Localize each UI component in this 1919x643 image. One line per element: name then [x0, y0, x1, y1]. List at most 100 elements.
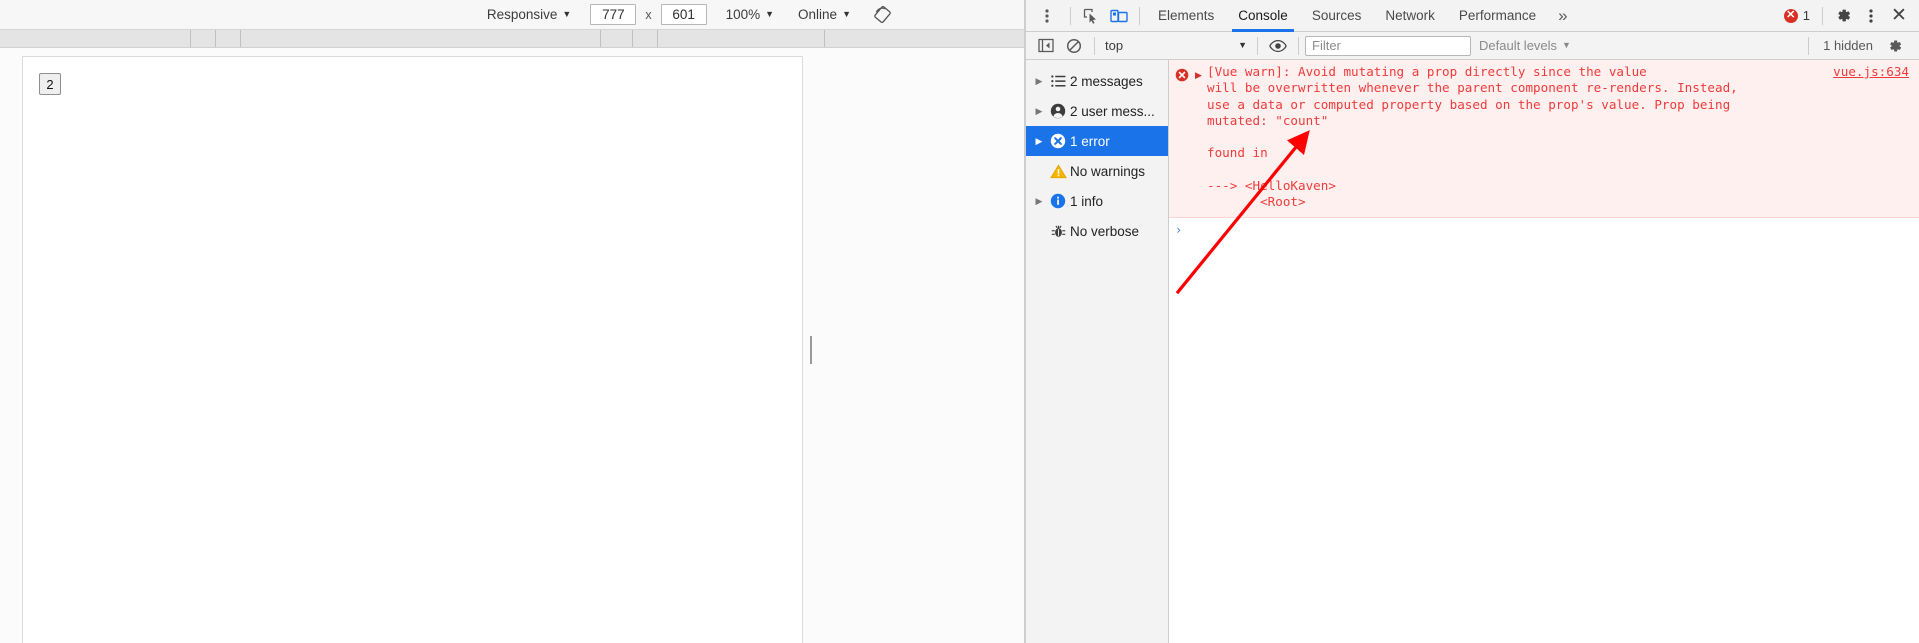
sidebar-item-user-messages[interactable]: ▶ 2 user mess...	[1026, 96, 1168, 126]
chevron-down-icon: ▼	[562, 9, 572, 19]
kebab-menu-icon[interactable]	[1030, 3, 1064, 29]
ruler-tick	[215, 30, 216, 47]
sidebar-item-label: 2 messages	[1070, 73, 1143, 89]
toggle-device-toolbar-icon[interactable]	[1105, 3, 1133, 29]
sidebar-item-verbose[interactable]: ▶	[1026, 216, 1168, 246]
tab-label: Sources	[1311, 8, 1362, 23]
console-sidebar-toggle-icon[interactable]	[1032, 33, 1060, 59]
tab-console[interactable]: Console	[1226, 0, 1300, 32]
zoom-label: 100%	[725, 7, 761, 22]
person-icon	[1046, 103, 1070, 119]
device-preset-label: Responsive	[486, 7, 558, 22]
tab-network[interactable]: Network	[1373, 0, 1447, 32]
sidebar-item-errors[interactable]: ▶ 1 error	[1026, 126, 1168, 156]
gear-icon[interactable]	[1829, 3, 1857, 29]
tab-label: Console	[1238, 8, 1288, 23]
more-tabs-button[interactable]: »	[1548, 7, 1577, 24]
chevron-down-icon: ▼	[1238, 40, 1247, 50]
viewport-height-input[interactable]	[660, 4, 707, 25]
console-filter-input[interactable]	[1305, 35, 1471, 56]
divider	[1094, 36, 1095, 55]
error-icon	[1046, 133, 1070, 149]
sidebar-item-messages[interactable]: ▶ 2 messages	[1026, 66, 1168, 96]
page-body-area: 2	[0, 48, 1024, 643]
console-log-area[interactable]: ▶ [Vue warn]: Avoid mutating a prop dire…	[1169, 60, 1919, 643]
sidebar-item-label: 1 info	[1070, 193, 1104, 209]
expand-triangle-icon[interactable]: ▶	[1032, 106, 1046, 117]
log-levels-dropdown[interactable]: Default levels ▼	[1471, 38, 1579, 53]
chevron-down-icon: ▼	[842, 9, 851, 19]
tab-label: Elements	[1158, 8, 1215, 23]
console-prompt-row[interactable]: ›	[1169, 218, 1919, 237]
tab-label: Network	[1385, 8, 1435, 23]
rotate-device-icon[interactable]	[870, 3, 894, 27]
chevron-down-icon: ▼	[765, 9, 775, 19]
clear-console-icon[interactable]	[1060, 33, 1088, 59]
sidebar-item-warnings[interactable]: ▶ No warnings	[1026, 156, 1168, 186]
list-icon	[1046, 74, 1070, 88]
device-emulation-toolbar: Responsive ▼ x 100% ▼ Online ▼	[0, 0, 1024, 30]
ruler-tick	[632, 30, 633, 47]
close-icon[interactable]: ✕	[1885, 3, 1913, 29]
devtools-window: Responsive ▼ x 100% ▼ Online ▼	[0, 0, 1919, 643]
emulated-viewport[interactable]: 2	[22, 56, 812, 643]
tab-performance[interactable]: Performance	[1447, 0, 1548, 32]
viewport-width-input[interactable]	[590, 4, 637, 25]
console-error-text: [Vue warn]: Avoid mutating a prop direct…	[1207, 64, 1738, 210]
console-error-entry[interactable]: ▶ [Vue warn]: Avoid mutating a prop dire…	[1169, 60, 1919, 218]
devtools-tabbar: Elements Console Sources Network Perform…	[1026, 0, 1919, 32]
tab-elements[interactable]: Elements	[1146, 0, 1226, 32]
sidebar-item-label: No warnings	[1070, 163, 1146, 179]
ruler-tick	[657, 30, 658, 47]
tab-label: Performance	[1458, 8, 1537, 23]
emulated-page-pane: Responsive ▼ x 100% ▼ Online ▼	[0, 0, 1025, 643]
error-circle-icon	[1169, 64, 1195, 211]
devtools-panel: Elements Console Sources Network Perform…	[1025, 0, 1919, 643]
console-toolbar: top ▼ Default levels ▼ 1 hidden	[1026, 32, 1919, 60]
bug-icon	[1046, 224, 1070, 239]
counter-button[interactable]: 2	[39, 73, 61, 95]
inspect-element-icon[interactable]	[1077, 3, 1105, 29]
viewport-resize-handle[interactable]	[806, 335, 816, 365]
divider	[1257, 36, 1258, 55]
info-icon	[1046, 193, 1070, 209]
divider	[1822, 6, 1823, 25]
network-throttle-dropdown[interactable]: Online ▼	[793, 4, 856, 26]
error-count-badge[interactable]: ✕ 1	[1778, 8, 1816, 23]
sidebar-item-label: 2 user mess...	[1070, 103, 1155, 119]
zoom-dropdown[interactable]: 100% ▼	[721, 4, 779, 26]
expand-triangle-icon[interactable]: ▶	[1032, 136, 1046, 147]
expand-triangle-icon[interactable]: ▶	[1032, 76, 1046, 87]
chevron-down-icon: ▼	[1562, 40, 1571, 50]
divider	[1298, 36, 1299, 55]
main-menu-kebab-icon[interactable]	[1857, 3, 1885, 29]
expand-triangle-icon[interactable]: ▶	[1032, 196, 1046, 207]
log-levels-label: Default levels	[1479, 38, 1558, 53]
console-error-source-link[interactable]: vue.js:634	[1833, 64, 1919, 79]
console-prompt-caret: ›	[1175, 222, 1183, 237]
tab-sources[interactable]: Sources	[1300, 0, 1374, 32]
expand-triangle-icon[interactable]: ▶	[1195, 64, 1207, 211]
dimension-separator: x	[645, 7, 652, 22]
console-message-sidebar: ▶ 2 messages ▶ 2 user mess... ▶ 1 error …	[1026, 60, 1169, 643]
error-icon: ✕	[1783, 8, 1798, 23]
sidebar-item-info[interactable]: ▶ 1 info	[1026, 186, 1168, 216]
divider	[1070, 6, 1071, 25]
console-body: ▶ 2 messages ▶ 2 user mess... ▶ 1 error …	[1026, 60, 1919, 643]
ruler-tick	[824, 30, 825, 47]
divider	[1808, 36, 1810, 55]
error-count-label: 1	[1802, 8, 1810, 23]
hidden-messages-count: 1 hidden	[1823, 38, 1873, 53]
live-expression-eye-icon[interactable]	[1264, 33, 1292, 59]
warning-icon	[1046, 163, 1070, 179]
device-preset-dropdown[interactable]: Responsive ▼	[482, 4, 576, 26]
console-settings-gear-icon[interactable]	[1881, 33, 1909, 59]
viewport-ruler	[0, 30, 1024, 48]
throttle-label: Online	[798, 7, 838, 22]
execution-context-dropdown[interactable]: top ▼	[1101, 36, 1251, 56]
ruler-tick	[600, 30, 601, 47]
sidebar-item-label: 1 error	[1070, 133, 1110, 149]
close-glyph: ✕	[1891, 5, 1907, 26]
ruler-tick	[190, 30, 191, 47]
execution-context-label: top	[1105, 38, 1124, 53]
